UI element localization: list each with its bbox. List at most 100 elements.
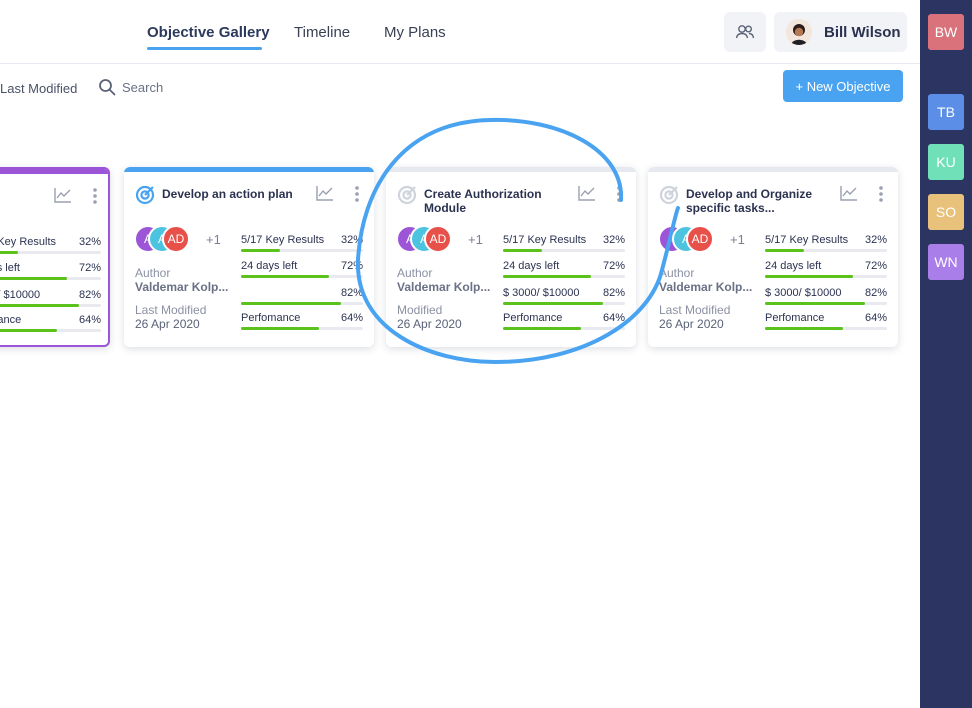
team-icon <box>735 25 755 39</box>
app-root: Objective Gallery Timeline My Plans Bill… <box>0 0 972 708</box>
metric-label: 24 days left <box>765 260 822 272</box>
progress-track <box>241 275 363 278</box>
progress-fill <box>0 329 58 332</box>
card-title[interactable]: Create Authorization Module <box>424 187 574 215</box>
metric-percent: 72% <box>864 260 887 272</box>
sidebar-user-so[interactable]: SO <box>928 194 964 230</box>
author-label: Author <box>135 266 171 280</box>
metric-label: /17 Key Results <box>0 236 57 248</box>
chart-icon[interactable] <box>840 185 858 201</box>
sidebar-user-bw[interactable]: BW <box>928 14 964 50</box>
metric-percent: 32% <box>340 234 363 246</box>
more-options-icon[interactable] <box>616 185 622 203</box>
progress-fill <box>0 277 67 280</box>
progress-fill <box>765 302 866 305</box>
author-label: Author <box>659 266 695 280</box>
metric-label: days left <box>0 262 20 274</box>
new-objective-button[interactable]: + New Objective <box>783 70 903 102</box>
progress-fill <box>241 302 342 305</box>
modified-label: Last Modified <box>659 303 731 317</box>
metric-percent: 32% <box>864 234 887 246</box>
metric-row: 24 days left 72% <box>765 260 887 280</box>
author-label: Author <box>397 266 433 280</box>
objective-card[interactable]: Develop and Organize specific tasks... A… <box>648 167 898 347</box>
user-menu-button[interactable]: Bill Wilson <box>774 12 907 52</box>
chart-icon[interactable] <box>54 187 72 203</box>
author-name: Valdemar Kolp... <box>659 280 753 294</box>
metric-percent: 72% <box>340 260 363 272</box>
card-title[interactable]: Develop an action plan <box>162 187 312 201</box>
search-icon <box>99 79 116 96</box>
sidebar-user-wn[interactable]: WN <box>928 244 964 280</box>
top-navigation: Objective Gallery Timeline My Plans Bill… <box>0 0 920 64</box>
metric-row: $ 3000/ $10000 82% <box>765 287 887 307</box>
metric-row: 5/17 Key Results 32% <box>503 234 625 254</box>
search-placeholder: Search <box>122 79 164 95</box>
sidebar-user-ku[interactable]: KU <box>928 144 964 180</box>
search-input[interactable]: Search <box>98 78 163 96</box>
objective-card[interactable]: Create Authorization Module AAAD+1 Author… <box>386 167 636 347</box>
circle-annotation <box>355 117 680 365</box>
progress-track <box>765 327 887 330</box>
tab-objective-gallery[interactable]: Objective Gallery <box>147 24 270 41</box>
more-options-icon[interactable] <box>878 185 884 203</box>
progress-fill <box>241 275 329 278</box>
user-name: Bill Wilson <box>824 23 901 41</box>
more-options-icon[interactable] <box>354 185 360 203</box>
metric-row: 5/17 Key Results 32% <box>241 234 363 254</box>
progress-track <box>0 277 101 280</box>
tab-my-plans[interactable]: My Plans <box>384 24 446 41</box>
team-button[interactable] <box>724 12 766 52</box>
metric-percent: 72% <box>78 262 101 274</box>
card-title[interactable]: Develop and Organize specific tasks... <box>686 187 836 215</box>
metric-row: Perfomance 64% <box>241 312 363 332</box>
member-avatars[interactable]: AAAD+1 <box>658 225 758 255</box>
metric-row: 24 days left 72% <box>241 260 363 280</box>
more-options-icon[interactable] <box>92 187 98 205</box>
sort-dropdown[interactable]: Last Modified <box>0 81 77 96</box>
card-title[interactable]: bjective <box>0 189 50 203</box>
metric-label: 000/ $10000 <box>0 289 41 301</box>
metric-row: 5/17 Key Results 32% <box>765 234 887 254</box>
card-accent-bar <box>386 167 636 172</box>
member-avatars[interactable]: AAAD+1 <box>134 225 234 255</box>
metric-row: $ 3000/ $10000 82% <box>503 287 625 307</box>
progress-track <box>503 249 625 252</box>
metric-row: 000/ $10000 82% <box>0 289 101 309</box>
metric-label: fomance <box>0 314 22 326</box>
target-icon <box>659 185 679 205</box>
modified-label: Modified <box>397 303 443 317</box>
metric-percent: 82% <box>78 289 101 301</box>
progress-fill <box>241 327 320 330</box>
progress-track <box>765 249 887 252</box>
metric-percent: 72% <box>602 260 625 272</box>
metric-percent: 32% <box>602 234 625 246</box>
chart-icon[interactable] <box>578 185 596 201</box>
more-members-count: +1 <box>468 232 483 247</box>
metric-label: Perfomance <box>765 312 825 324</box>
metric-percent: 82% <box>602 287 625 299</box>
more-members-count: +1 <box>730 232 745 247</box>
metric-label: 24 days left <box>241 260 298 272</box>
metric-percent: 82% <box>340 287 363 299</box>
chart-icon[interactable] <box>316 185 334 201</box>
progress-fill <box>765 327 844 330</box>
progress-track <box>503 327 625 330</box>
sidebar-user-tb[interactable]: TB <box>928 94 964 130</box>
tab-timeline[interactable]: Timeline <box>294 24 350 41</box>
card-accent-bar <box>0 169 108 174</box>
metric-label: $ 3000/ $10000 <box>503 287 580 299</box>
progress-fill <box>765 249 805 252</box>
progress-track <box>0 304 101 307</box>
member-avatars[interactable]: AAAD+1 <box>396 225 496 255</box>
metric-percent: 32% <box>78 236 101 248</box>
objective-card[interactable]: Develop an action plan AAAD+1AuthorValde… <box>124 167 374 347</box>
metric-percent: 64% <box>864 312 887 324</box>
metric-row: 24 days left 72% <box>503 260 625 280</box>
progress-fill <box>503 275 591 278</box>
metric-label: Perfomance <box>241 312 301 324</box>
progress-fill <box>0 251 19 254</box>
objective-card[interactable]: bjective AAAD+1AuthorValdemar Kolp...Las… <box>0 167 110 347</box>
user-avatar <box>786 19 812 45</box>
modified-label: Last Modified <box>135 303 207 317</box>
